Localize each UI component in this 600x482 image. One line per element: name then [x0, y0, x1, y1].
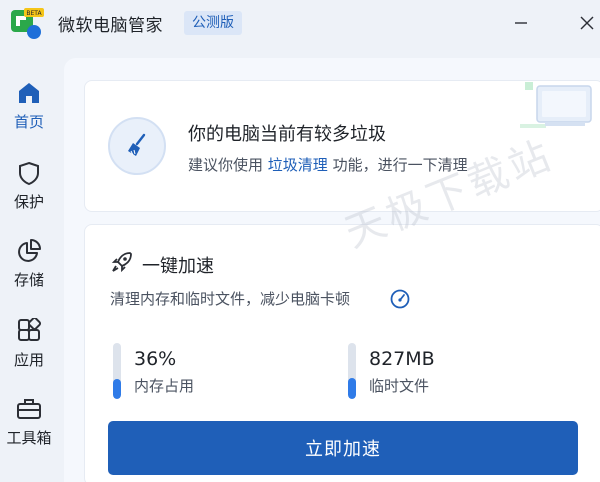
- home-icon: [19, 83, 39, 103]
- junk-cleanup-link[interactable]: 垃圾清理: [268, 156, 328, 174]
- app-title: 微软电脑管家: [58, 16, 163, 36]
- app-logo-icon: BETA: [11, 8, 44, 39]
- minimize-button[interactable]: [508, 10, 534, 36]
- sidebar-item-storage[interactable]: 存储: [0, 236, 58, 298]
- sidebar-item-home[interactable]: 首页: [0, 78, 58, 140]
- speed-gauge-icon[interactable]: [390, 289, 410, 309]
- edition-badge: 公测版: [184, 11, 242, 35]
- boost-subtitle: 清理内存和临时文件，减少电脑卡顿: [110, 290, 351, 308]
- sidebar-item-protect[interactable]: 保护: [0, 158, 58, 220]
- title-bar: BETA 微软电脑管家 公测版: [0, 0, 600, 48]
- temp-files-label: 临时文件: [369, 377, 430, 395]
- minimize-icon: [515, 22, 527, 24]
- pie-chart-icon: [18, 239, 41, 262]
- memory-usage-meter: [113, 343, 121, 399]
- close-button[interactable]: [574, 10, 600, 36]
- sidebar-item-apps[interactable]: 应用: [0, 316, 58, 378]
- sidebar: 首页 保护 存储 应用 工具箱: [0, 48, 58, 482]
- junk-status-sub-prefix: 建议你使用: [188, 156, 268, 174]
- sidebar-item-label: 工具箱: [6, 429, 52, 447]
- memory-usage-meter-fill: [113, 379, 121, 399]
- boost-title: 一键加速: [142, 256, 214, 277]
- toolbox-icon: [17, 399, 41, 419]
- memory-usage-label: 内存占用: [134, 377, 195, 395]
- broom-badge: [108, 117, 166, 175]
- memory-usage-value: 36%: [134, 348, 177, 370]
- sidebar-item-label: 应用: [13, 351, 44, 369]
- sidebar-item-label: 首页: [13, 113, 44, 131]
- rocket-icon: [111, 252, 132, 273]
- apps-grid-icon: [18, 318, 42, 341]
- sidebar-item-toolbox[interactable]: 工具箱: [0, 394, 58, 456]
- temp-files-meter-fill: [348, 378, 356, 399]
- boost-now-button[interactable]: 立即加速: [108, 421, 578, 475]
- temp-files-value: 827MB: [369, 348, 435, 370]
- sidebar-item-label: 保护: [13, 193, 44, 211]
- close-icon: [580, 16, 594, 30]
- broom-icon: [128, 133, 146, 156]
- temp-files-meter: [348, 343, 356, 399]
- junk-status-title: 你的电脑当前有较多垃圾: [188, 124, 386, 145]
- logo-badge-text: BETA: [26, 10, 42, 17]
- shield-icon: [19, 161, 39, 186]
- sidebar-item-label: 存储: [13, 271, 44, 289]
